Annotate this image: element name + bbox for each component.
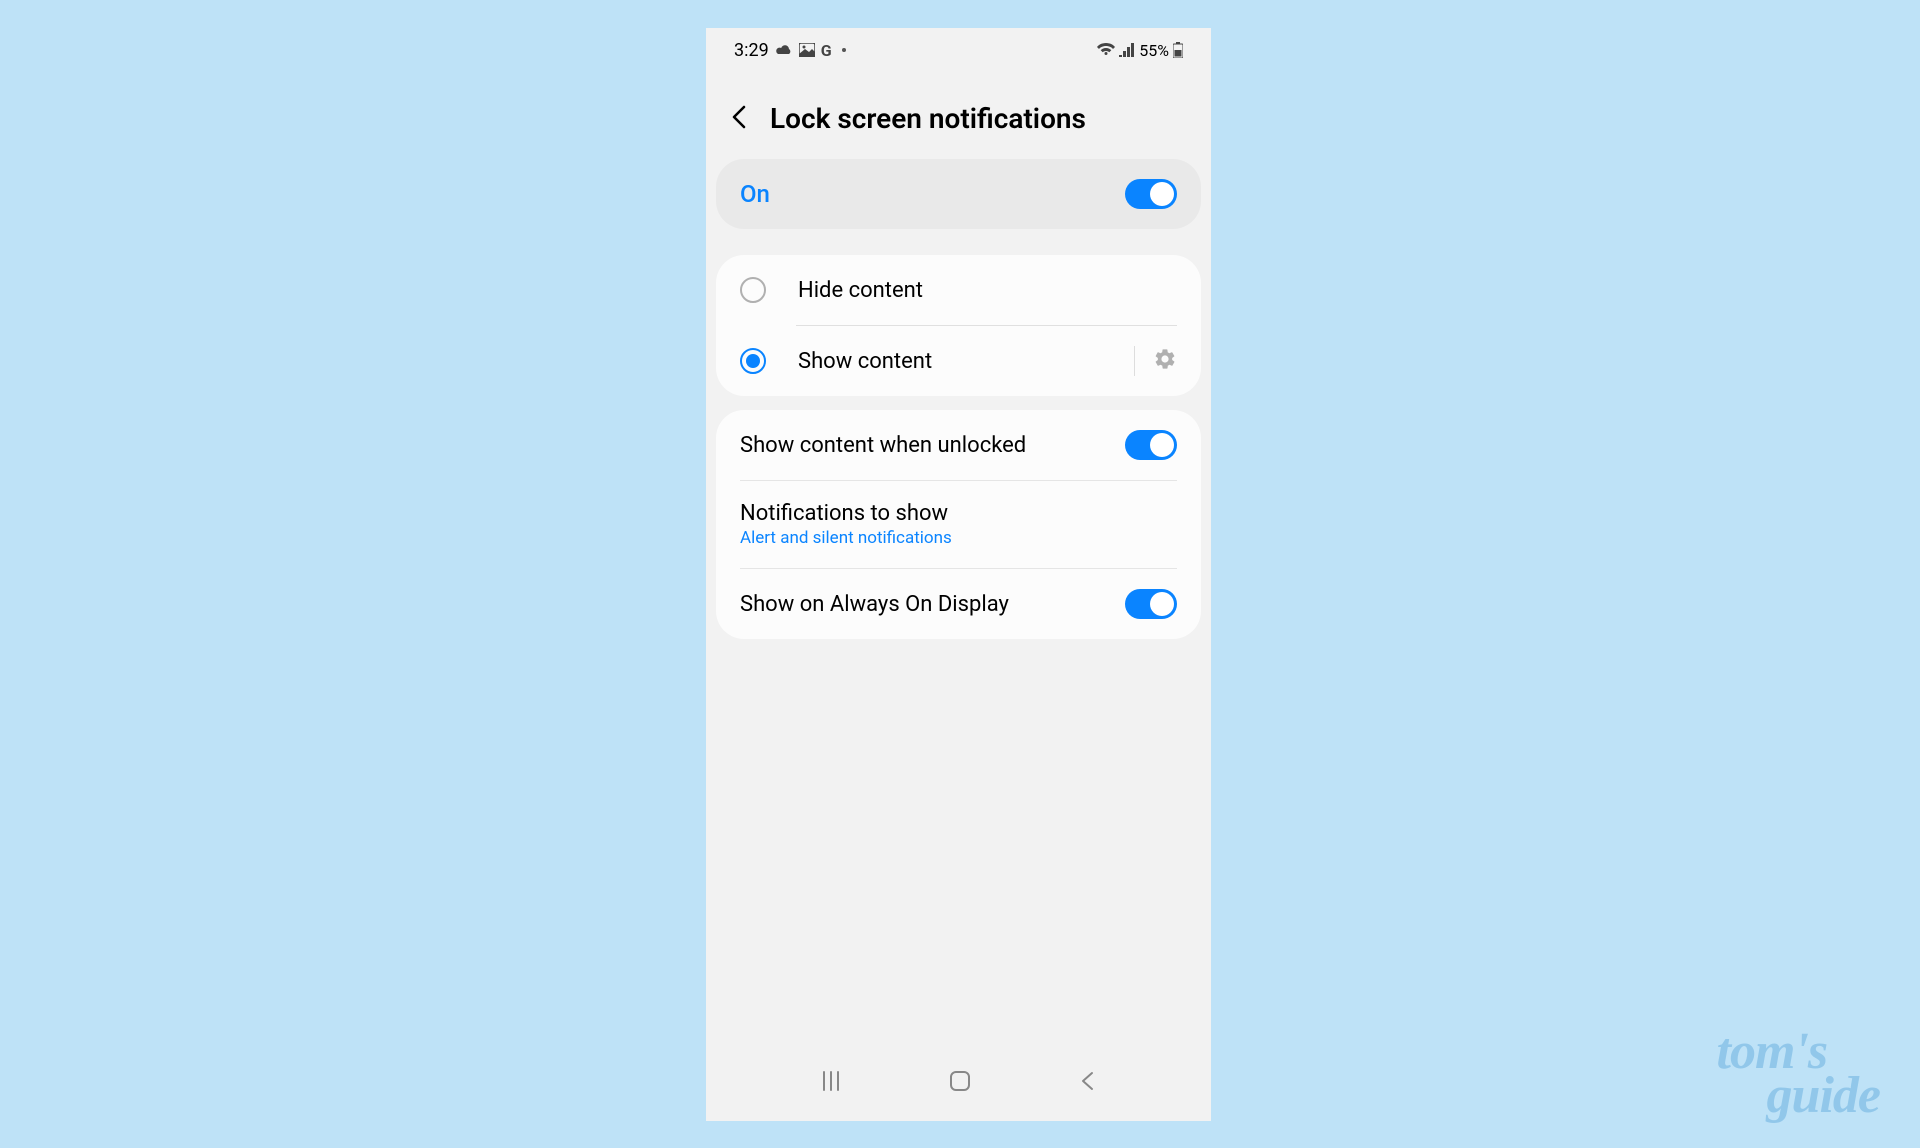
- battery-icon: [1173, 42, 1183, 58]
- always-on-display-toggle[interactable]: [1125, 589, 1177, 619]
- show-content-row[interactable]: Show content: [716, 326, 1201, 396]
- show-content-settings-button[interactable]: [1153, 347, 1177, 375]
- notifications-to-show-value: Alert and silent notifications: [740, 528, 1177, 548]
- cloud-icon: [775, 43, 793, 57]
- recents-icon: [820, 1070, 842, 1092]
- signal-icon: [1119, 43, 1135, 57]
- home-icon: [949, 1070, 971, 1092]
- show-content-label: Show content: [798, 349, 1134, 374]
- nav-recents-button[interactable]: [820, 1070, 842, 1092]
- header: Lock screen notifications: [706, 72, 1211, 159]
- always-on-display-label: Show on Always On Display: [740, 592, 1125, 617]
- image-icon: [799, 43, 815, 57]
- back-button[interactable]: [730, 103, 750, 135]
- always-on-display-row[interactable]: Show on Always On Display: [716, 569, 1201, 639]
- master-toggle-switch[interactable]: [1125, 179, 1177, 209]
- settings-card: Show content when unlocked Notifications…: [716, 410, 1201, 639]
- content-options-card: Hide content Show content: [716, 255, 1201, 396]
- battery-percentage: 55%: [1139, 41, 1169, 60]
- watermark-logo: tom's guide: [1717, 1030, 1880, 1118]
- watermark-line2: guide: [1767, 1074, 1880, 1118]
- show-when-unlocked-toggle[interactable]: [1125, 430, 1177, 460]
- nav-home-button[interactable]: [949, 1070, 971, 1092]
- status-time: 3:29: [734, 40, 769, 61]
- google-icon: G: [821, 41, 832, 60]
- hide-content-radio[interactable]: [740, 277, 766, 303]
- hide-content-label: Hide content: [798, 278, 1177, 303]
- nav-back-button[interactable]: [1079, 1070, 1097, 1092]
- status-bar: 3:29 G 55%: [706, 28, 1211, 72]
- page-title: Lock screen notifications: [770, 102, 1086, 135]
- master-toggle-card: On: [716, 159, 1201, 229]
- show-when-unlocked-row[interactable]: Show content when unlocked: [716, 410, 1201, 480]
- notifications-to-show-label: Notifications to show: [740, 501, 1177, 526]
- master-toggle-row[interactable]: On: [716, 159, 1201, 229]
- phone-screen: 3:29 G 55% Lock scre: [706, 28, 1211, 1121]
- show-content-radio[interactable]: [740, 348, 766, 374]
- show-when-unlocked-label: Show content when unlocked: [740, 433, 1125, 458]
- hide-content-row[interactable]: Hide content: [716, 255, 1201, 325]
- master-toggle-label: On: [740, 180, 1125, 208]
- nav-bar: [706, 1051, 1211, 1121]
- wifi-icon: [1097, 43, 1115, 57]
- back-icon: [1079, 1070, 1097, 1092]
- notifications-to-show-row[interactable]: Notifications to show Alert and silent n…: [716, 481, 1201, 568]
- dot-icon: [842, 48, 846, 52]
- gear-icon: [1153, 347, 1177, 371]
